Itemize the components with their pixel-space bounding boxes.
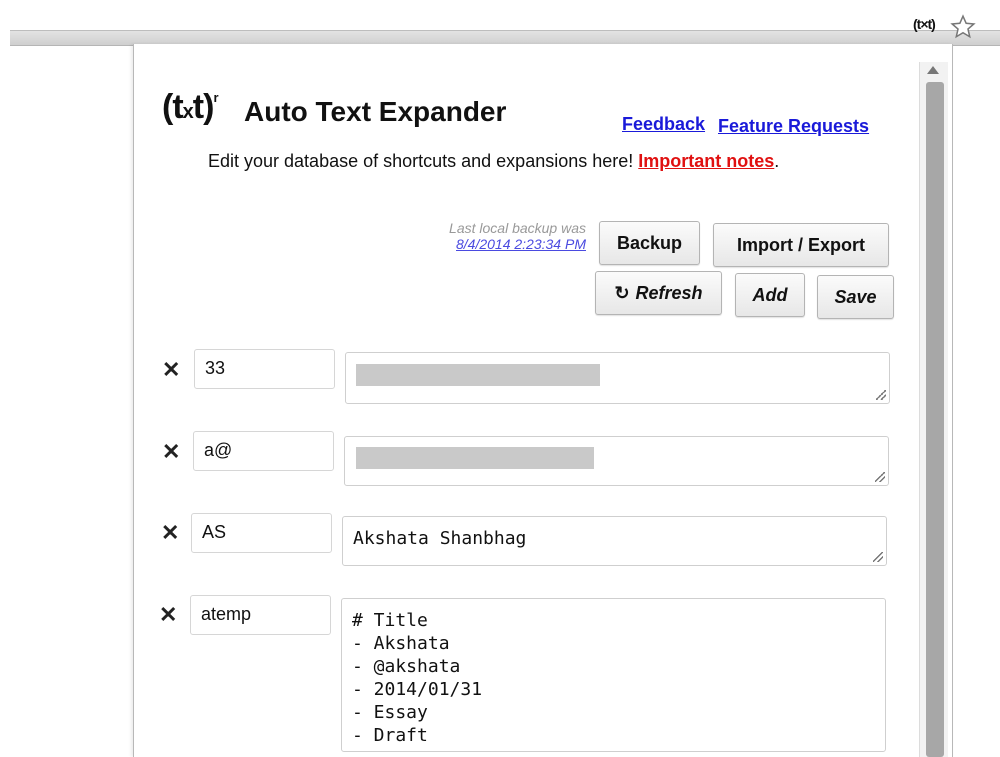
delete-entry-icon[interactable]: ✕ xyxy=(162,357,180,383)
extension-icon[interactable]: (t×t) xyxy=(913,16,936,32)
resize-grip-icon[interactable] xyxy=(873,552,883,562)
feedback-link[interactable]: Feedback xyxy=(622,114,705,135)
intro-text: Edit your database of shortcuts and expa… xyxy=(208,151,780,171)
shortcut-field[interactable]: AS xyxy=(191,513,332,553)
shortcut-field[interactable]: a@ xyxy=(193,431,334,471)
refresh-icon: ↻ xyxy=(614,282,630,303)
important-notes-link[interactable]: Important notes xyxy=(638,151,774,171)
refresh-button[interactable]: ↻ Refresh xyxy=(595,271,722,315)
delete-entry-icon[interactable]: ✕ xyxy=(161,520,179,546)
last-backup-label: Last local backup was xyxy=(449,220,586,236)
redacted-text xyxy=(356,447,594,469)
delete-entry-icon[interactable]: ✕ xyxy=(159,602,177,628)
feature-requests-link[interactable]: Feature Requests xyxy=(718,116,869,137)
expansion-field[interactable]: Akshata Shanbhag xyxy=(342,516,887,566)
scroll-up-arrow-icon[interactable] xyxy=(927,66,939,74)
shortcut-field[interactable]: atemp xyxy=(190,595,331,635)
app-title: Auto Text Expander xyxy=(244,96,507,127)
star-icon[interactable] xyxy=(950,14,976,40)
backup-button[interactable]: Backup xyxy=(599,221,700,265)
last-backup-date-link[interactable]: 8/4/2014 2:23:34 PM xyxy=(400,236,586,252)
scrollbar-thumb[interactable] xyxy=(926,82,944,757)
last-backup-info: Last local backup was 8/4/2014 2:23:34 P… xyxy=(400,220,586,252)
delete-entry-icon[interactable]: ✕ xyxy=(162,439,180,465)
resize-grip-icon[interactable] xyxy=(876,390,886,400)
resize-grip-icon[interactable] xyxy=(875,472,885,482)
expansion-field[interactable]: # Title - Akshata - @akshata - 2014/01/3… xyxy=(341,598,886,752)
save-button[interactable]: Save xyxy=(817,275,894,319)
app-logo: (txt)r xyxy=(162,88,219,126)
import-export-button[interactable]: Import / Export xyxy=(713,223,889,267)
add-button[interactable]: Add xyxy=(735,273,805,317)
redacted-text xyxy=(356,364,600,386)
shortcut-field[interactable]: 33 xyxy=(194,349,335,389)
